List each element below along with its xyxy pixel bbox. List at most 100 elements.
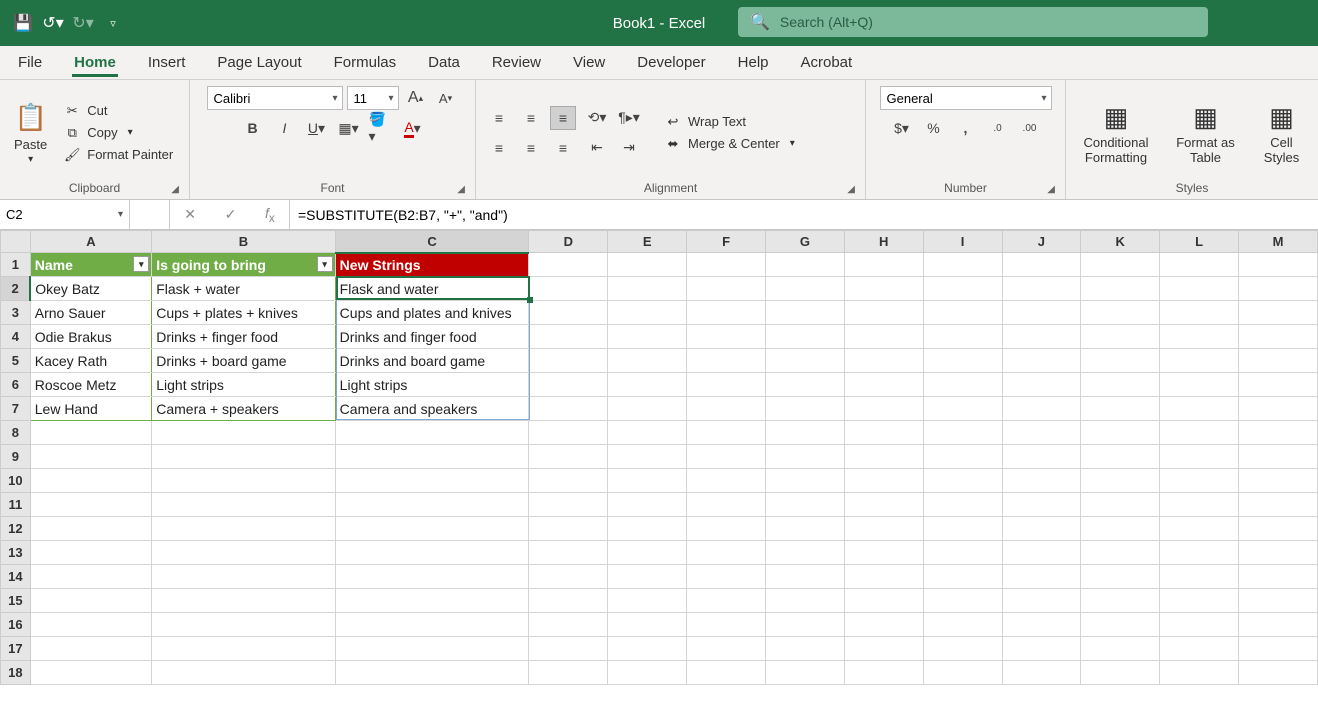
name-box-input[interactable] — [6, 207, 123, 222]
cell-D5[interactable] — [529, 349, 608, 373]
cell-D4[interactable] — [529, 325, 608, 349]
row-header-17[interactable]: 17 — [1, 637, 31, 661]
cell-I15[interactable] — [923, 589, 1002, 613]
cell-D12[interactable] — [529, 517, 608, 541]
cell-G5[interactable] — [765, 349, 844, 373]
cell-A11[interactable] — [30, 493, 151, 517]
cell-A12[interactable] — [30, 517, 151, 541]
cell-L17[interactable] — [1160, 637, 1239, 661]
cell-F8[interactable] — [687, 421, 766, 445]
cell-J2[interactable] — [1002, 277, 1081, 301]
cell-I11[interactable] — [923, 493, 1002, 517]
cell-L12[interactable] — [1160, 517, 1239, 541]
cell-H9[interactable] — [844, 445, 923, 469]
cell-L9[interactable] — [1160, 445, 1239, 469]
cell-H18[interactable] — [844, 661, 923, 685]
cell-M8[interactable] — [1239, 421, 1318, 445]
cell-I7[interactable] — [923, 397, 1002, 421]
cell-H6[interactable] — [844, 373, 923, 397]
cell-H7[interactable] — [844, 397, 923, 421]
cell-I10[interactable] — [923, 469, 1002, 493]
row-header-10[interactable]: 10 — [1, 469, 31, 493]
format-painter-button[interactable]: 🖌Format Painter — [59, 146, 177, 164]
cell-D1[interactable] — [529, 253, 608, 277]
cell-C16[interactable] — [335, 613, 529, 637]
cell-B11[interactable] — [152, 493, 335, 517]
col-header-A[interactable]: A — [30, 231, 151, 253]
cell-K1[interactable] — [1081, 253, 1160, 277]
cell-M14[interactable] — [1239, 565, 1318, 589]
col-header-L[interactable]: L — [1160, 231, 1239, 253]
cell-A7[interactable]: Lew Hand — [30, 397, 151, 421]
cell-B3[interactable]: Cups + plates + knives — [152, 301, 335, 325]
cell-D17[interactable] — [529, 637, 608, 661]
cell-E11[interactable] — [608, 493, 687, 517]
format-as-table-button[interactable]: ▦Format as Table — [1170, 98, 1241, 167]
cell-I12[interactable] — [923, 517, 1002, 541]
shrink-font-button[interactable]: A▾ — [433, 86, 459, 110]
cell-C5[interactable]: Drinks and board game — [335, 349, 529, 373]
row-header-4[interactable]: 4 — [1, 325, 31, 349]
cell-F18[interactable] — [687, 661, 766, 685]
cell-L15[interactable] — [1160, 589, 1239, 613]
cell-B17[interactable] — [152, 637, 335, 661]
formula-input[interactable] — [298, 207, 1310, 223]
col-header-D[interactable]: D — [529, 231, 608, 253]
cell-D8[interactable] — [529, 421, 608, 445]
cell-K5[interactable] — [1081, 349, 1160, 373]
cell-J9[interactable] — [1002, 445, 1081, 469]
cell-M10[interactable] — [1239, 469, 1318, 493]
cell-D13[interactable] — [529, 541, 608, 565]
row-header-16[interactable]: 16 — [1, 613, 31, 637]
cell-J17[interactable] — [1002, 637, 1081, 661]
cell-K6[interactable] — [1081, 373, 1160, 397]
qat-customize-icon[interactable]: ▿ — [102, 17, 124, 30]
cell-F15[interactable] — [687, 589, 766, 613]
cell-K11[interactable] — [1081, 493, 1160, 517]
cell-D3[interactable] — [529, 301, 608, 325]
cell-G3[interactable] — [765, 301, 844, 325]
tab-acrobat[interactable]: Acrobat — [799, 48, 855, 77]
cell-K16[interactable] — [1081, 613, 1160, 637]
cell-J10[interactable] — [1002, 469, 1081, 493]
cell-F1[interactable] — [687, 253, 766, 277]
align-top-button[interactable]: ≡ — [486, 106, 512, 130]
cell-C11[interactable] — [335, 493, 529, 517]
cell-K8[interactable] — [1081, 421, 1160, 445]
cell-K17[interactable] — [1081, 637, 1160, 661]
italic-button[interactable]: I — [272, 116, 298, 140]
cell-C8[interactable] — [335, 421, 529, 445]
font-launcher-icon[interactable]: ◢ — [457, 184, 465, 195]
cell-F11[interactable] — [687, 493, 766, 517]
cell-B2[interactable]: Flask + water — [152, 277, 335, 301]
tab-data[interactable]: Data — [426, 48, 462, 77]
cell-M13[interactable] — [1239, 541, 1318, 565]
cell-M12[interactable] — [1239, 517, 1318, 541]
col-header-H[interactable]: H — [844, 231, 923, 253]
cell-H15[interactable] — [844, 589, 923, 613]
cell-styles-button[interactable]: ▦Cell Styles — [1255, 98, 1308, 167]
cell-J8[interactable] — [1002, 421, 1081, 445]
cell-C17[interactable] — [335, 637, 529, 661]
cell-I16[interactable] — [923, 613, 1002, 637]
row-header-9[interactable]: 9 — [1, 445, 31, 469]
tab-view[interactable]: View — [571, 48, 607, 77]
cell-D18[interactable] — [529, 661, 608, 685]
cell-M4[interactable] — [1239, 325, 1318, 349]
row-header-3[interactable]: 3 — [1, 301, 31, 325]
cell-F7[interactable] — [687, 397, 766, 421]
cell-G10[interactable] — [765, 469, 844, 493]
cell-K13[interactable] — [1081, 541, 1160, 565]
row-header-13[interactable]: 13 — [1, 541, 31, 565]
cell-E1[interactable] — [608, 253, 687, 277]
cell-F13[interactable] — [687, 541, 766, 565]
cell-L5[interactable] — [1160, 349, 1239, 373]
cell-H17[interactable] — [844, 637, 923, 661]
cell-E18[interactable] — [608, 661, 687, 685]
cell-C2[interactable]: Flask and water — [335, 277, 529, 301]
cell-K10[interactable] — [1081, 469, 1160, 493]
cell-I18[interactable] — [923, 661, 1002, 685]
cell-F17[interactable] — [687, 637, 766, 661]
cell-B7[interactable]: Camera + speakers — [152, 397, 335, 421]
font-size-combo[interactable]: 11 — [347, 86, 399, 110]
